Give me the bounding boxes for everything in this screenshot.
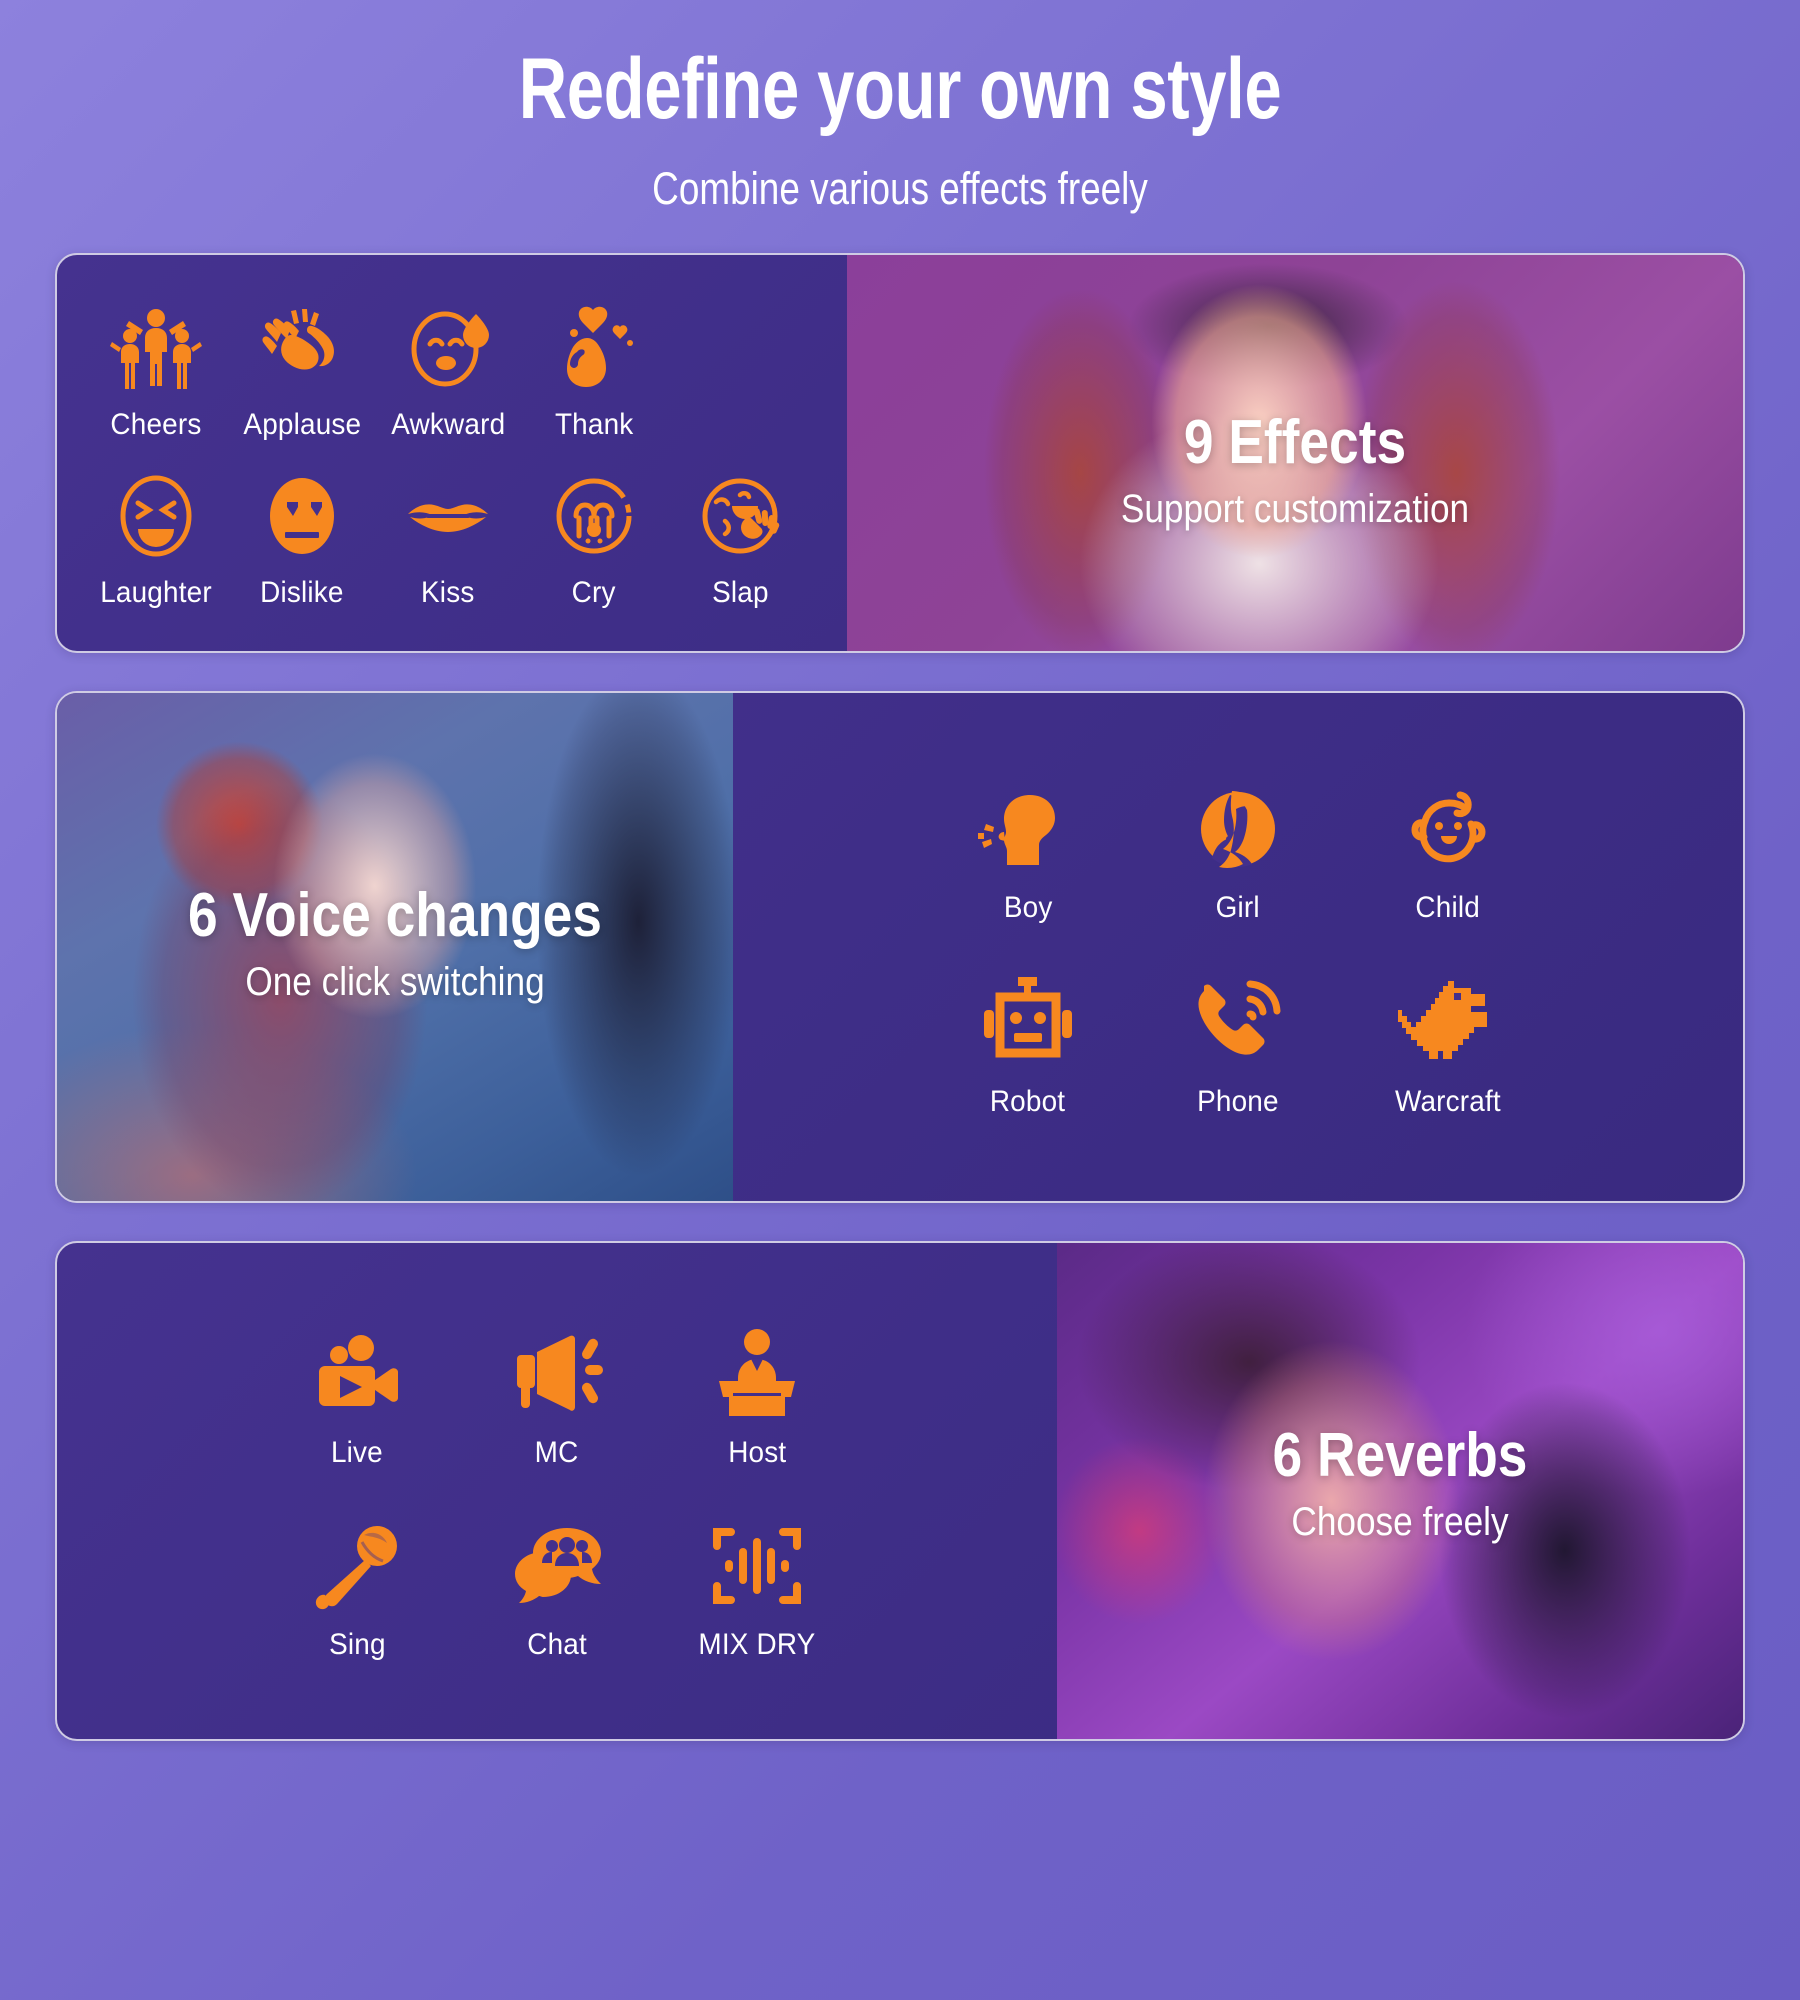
effects-row-2: Laughter Dislike Kiss Cry Slap [83,468,821,610]
icon-label: Thank [554,407,634,441]
group-chat-icon [507,1516,607,1616]
icon-item-cheers[interactable]: Cheers [83,300,229,442]
icon-item-slap[interactable]: Slap [667,468,813,610]
photo-effects: 9 Effects Support customization [847,254,1743,651]
card-effects: Cheers Applause Awkward Thank Laughter D… [55,252,1745,653]
icon-item-mix-dry[interactable]: MIX DRY [657,1516,857,1662]
photo-title: 6 Voice changes [188,880,602,950]
cheers-icon [108,300,204,396]
icon-label: Phone [1197,1084,1279,1118]
photo-subtitle: One click switching [245,959,545,1004]
card-voice: 6 Voice changes One click switching Boy … [55,690,1745,1203]
child-icon [1398,779,1498,879]
photo-subtitle: Support customization [1120,486,1470,531]
icon-label: Cheers [110,407,202,441]
icon-item-phone[interactable]: Phone [1133,973,1343,1119]
reverb-row-2: Sing Chat MIX DRY [257,1516,857,1662]
icon-item-sing[interactable]: Sing [257,1516,457,1662]
laughter-icon [108,468,204,564]
dinosaur-icon [1398,973,1498,1073]
photo-reverb: 6 Reverbs Choose freely [1057,1242,1743,1739]
icon-label: Host [727,1435,787,1469]
photo-reverb-overlay: 6 Reverbs Choose freely [1057,1420,1743,1545]
icon-label: Robot [990,1084,1066,1118]
cry-icon [546,468,642,564]
kiss-icon [400,468,496,564]
dislike-icon [254,468,350,564]
phone-icon [1188,973,1288,1073]
voice-icon-grid: Boy Girl Child Robot Phone Warcraft [733,693,1743,1201]
photo-subtitle: Choose freely [1291,1499,1509,1544]
robot-icon [978,973,1078,1073]
icon-label: MC [535,1435,579,1469]
page-header: Redefine your own style Combine various … [0,0,1800,215]
slap-icon [692,468,788,564]
voice-row-1: Boy Girl Child [923,779,1553,925]
microphone-icon [307,1516,407,1616]
icon-item-thank[interactable]: Thank [521,300,667,442]
girl-icon [1188,779,1288,879]
reverb-row-1: Live MC Host [257,1324,857,1470]
icon-item-live[interactable]: Live [257,1324,457,1470]
applause-icon [254,300,350,396]
icon-label: Applause [243,407,361,441]
icon-item-cry[interactable]: Cry [521,468,667,610]
waveform-scan-icon [707,1516,807,1616]
icon-label: Chat [527,1627,587,1661]
icon-item-dislike[interactable]: Dislike [229,468,375,610]
reverb-icon-grid: Live MC Host Sing Chat MIX DRY [57,1243,1057,1739]
page-subtitle: Combine various effects freely [652,162,1148,214]
photo-voice: 6 Voice changes One click switching [57,692,733,1201]
icon-label: Live [331,1435,383,1469]
icon-label: Kiss [421,575,475,609]
megaphone-icon [507,1324,607,1424]
voice-row-2: Robot Phone Warcraft [923,973,1553,1119]
effects-row-1: Cheers Applause Awkward Thank [83,300,821,442]
icon-label: MIX DRY [698,1627,816,1661]
awkward-icon [400,300,496,396]
icon-item-robot[interactable]: Robot [923,973,1133,1119]
icon-label: Dislike [260,575,344,609]
photo-title: 6 Reverbs [1272,1420,1528,1490]
icon-item-awkward[interactable]: Awkward [375,300,521,442]
icon-label: Girl [1215,890,1261,924]
icon-label: Awkward [391,407,505,441]
podium-speaker-icon [707,1324,807,1424]
icon-item-laughter[interactable]: Laughter [83,468,229,610]
icon-label: Cry [572,575,616,609]
icon-item-girl[interactable]: Girl [1133,779,1343,925]
icon-item-boy[interactable]: Boy [923,779,1133,925]
icon-item-mc[interactable]: MC [457,1324,657,1470]
page-title: Redefine your own style [518,41,1282,137]
icon-label: Slap [711,575,769,609]
icon-item-host[interactable]: Host [657,1324,857,1470]
photo-effects-overlay: 9 Effects Support customization [847,407,1743,532]
icon-label: Sing [328,1627,386,1661]
icon-item-kiss[interactable]: Kiss [375,468,521,610]
icon-label: Boy [1003,890,1053,924]
photo-title: 9 Effects [1183,407,1407,477]
thank-icon [546,300,642,396]
icon-item-applause[interactable]: Applause [229,300,375,442]
icon-item-chat[interactable]: Chat [457,1516,657,1662]
icon-item-warcraft[interactable]: Warcraft [1343,973,1553,1119]
video-camera-icon [307,1324,407,1424]
card-reverb: Live MC Host Sing Chat MIX DRY 6 Reverbs… [55,1240,1745,1741]
icon-label: Laughter [100,575,212,609]
photo-voice-overlay: 6 Voice changes One click switching [57,880,733,1005]
boy-icon [978,779,1078,879]
icon-item-child[interactable]: Child [1343,779,1553,925]
icon-label: Warcraft [1395,1084,1501,1118]
feature-cards: Cheers Applause Awkward Thank Laughter D… [0,252,1800,1741]
effects-icon-grid: Cheers Applause Awkward Thank Laughter D… [57,255,847,651]
icon-label: Child [1415,890,1481,924]
